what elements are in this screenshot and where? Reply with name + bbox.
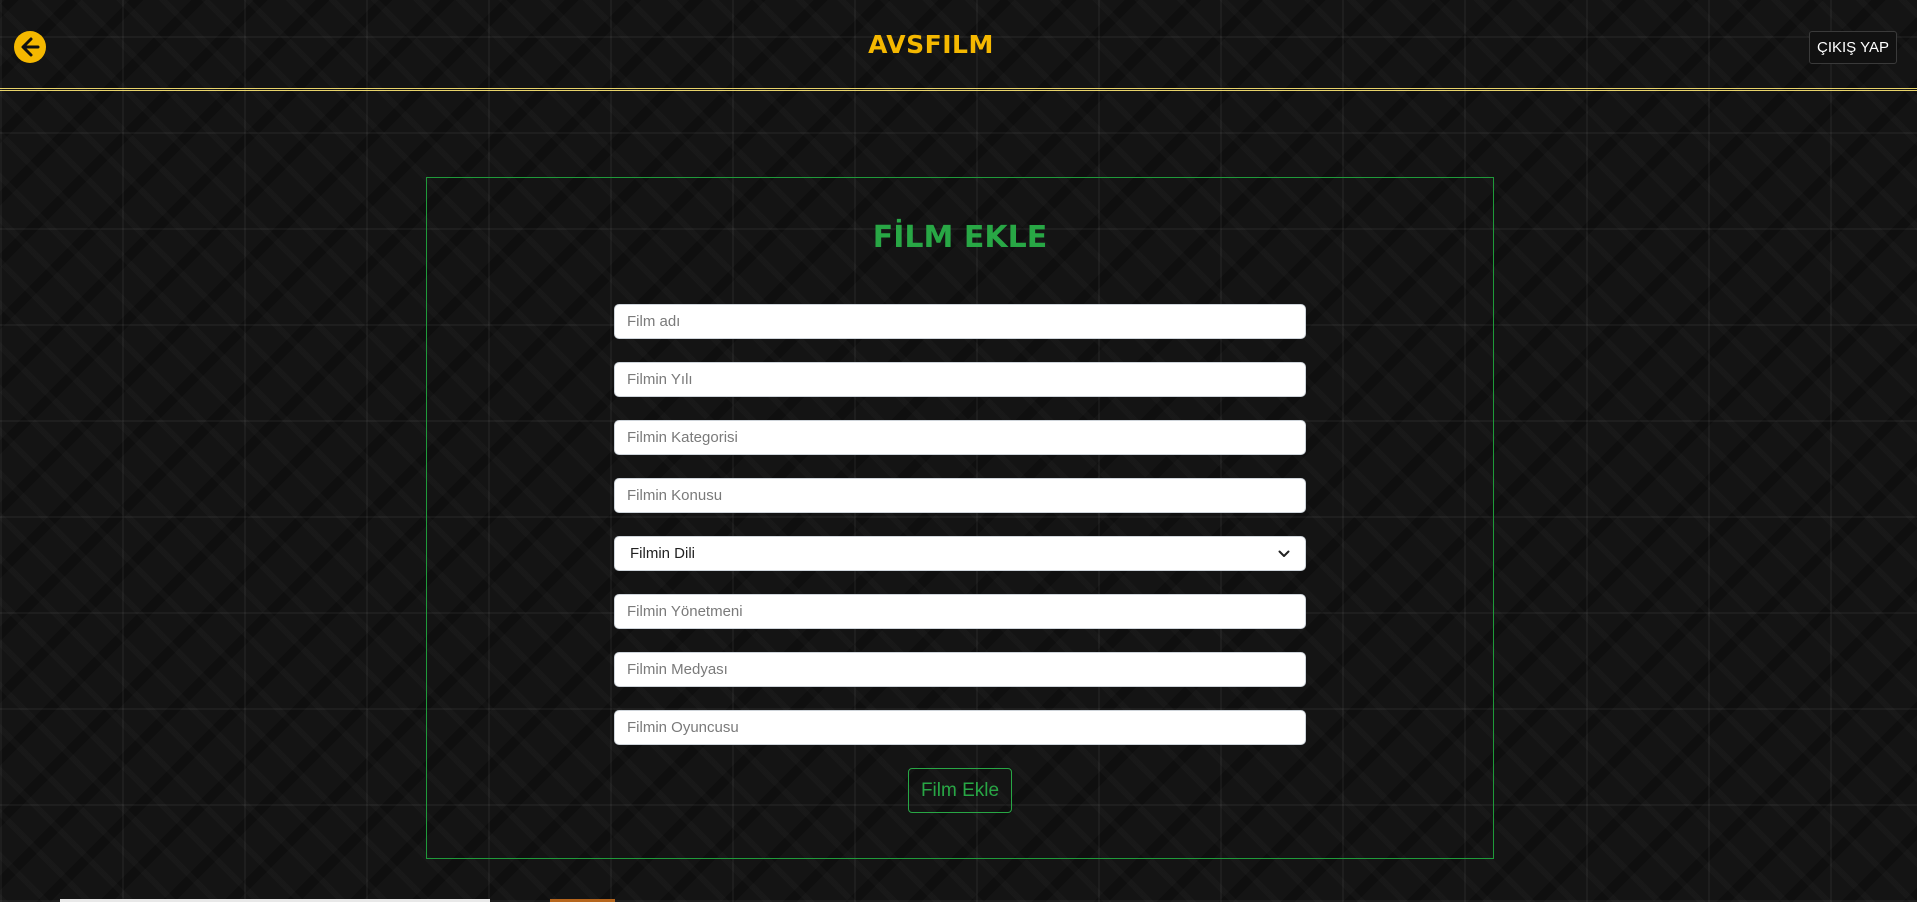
- site-brand[interactable]: AVSFILM: [0, 30, 1862, 59]
- film-year-input[interactable]: [614, 362, 1306, 397]
- form-title: FİLM EKLE: [872, 220, 1048, 255]
- film-language-select-value: Filmin Dili: [630, 545, 695, 562]
- film-category-input[interactable]: [614, 420, 1306, 455]
- film-media-input[interactable]: [614, 652, 1306, 687]
- logout-button[interactable]: ÇIKIŞ YAP: [1809, 31, 1897, 64]
- film-director-input[interactable]: [614, 594, 1306, 629]
- film-language-select[interactable]: Filmin Dili: [614, 536, 1306, 571]
- add-film-form: FİLM EKLE Filmin Dili Film Ekle: [426, 177, 1494, 859]
- film-plot-input[interactable]: [614, 478, 1306, 513]
- film-actor-input[interactable]: [614, 710, 1306, 745]
- film-name-input[interactable]: [614, 304, 1306, 339]
- top-header: AVSFILM ÇIKIŞ YAP: [0, 0, 1917, 91]
- header-divider: [0, 88, 1917, 91]
- add-film-button[interactable]: Film Ekle: [908, 768, 1012, 813]
- chevron-down-icon: [1278, 550, 1290, 557]
